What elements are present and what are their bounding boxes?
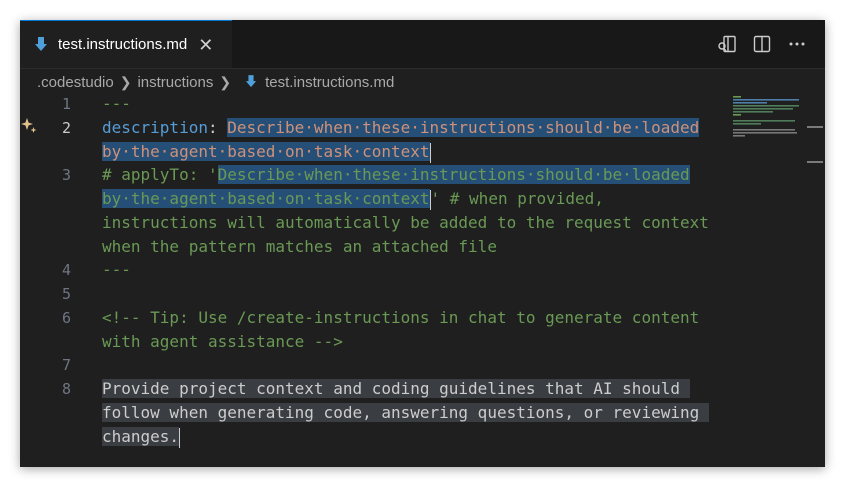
code-line-6: <!-- Tip: Use /create-instructions in ch… — [102, 308, 700, 327]
code-line-3: # applyTo: 'Describe·when·these·instruct… — [102, 163, 690, 187]
selected-text: by·the·agent·based·on·task·context — [102, 142, 430, 161]
tab-label: test.instructions.md — [58, 36, 188, 53]
code-line-6-wrap: with agent assistance --> — [102, 332, 343, 351]
selected-text: by·the·agent·based·on·task·context — [102, 189, 430, 208]
breadcrumb-file[interactable]: test.instructions.md — [265, 74, 394, 91]
line-number: 6 — [61, 309, 71, 327]
line-number: 1 — [61, 95, 71, 113]
markdown-file-icon — [245, 75, 257, 88]
comment-suffix: ' # when provided, — [430, 189, 604, 208]
selected-text: changes. — [102, 427, 180, 446]
tab-test-instructions[interactable]: test.instructions.md ✕ — [20, 20, 232, 68]
comment-prefix: # applyTo: ' — [102, 165, 218, 184]
text-cursor — [429, 142, 431, 163]
chevron-right-icon: ❯ — [219, 73, 232, 90]
code-line-8: Provide project context and coding guide… — [102, 377, 690, 401]
sparkle-icon[interactable] — [20, 117, 38, 135]
selected-text: follow when generating code, answering q… — [102, 403, 709, 422]
scrollbar-marker — [807, 161, 823, 163]
code-editor[interactable]: 1 2 3 4 5 6 7 8 --- description: Describ… — [20, 90, 825, 467]
line-number: 7 — [61, 356, 71, 374]
code-line-1: --- — [102, 94, 131, 113]
line-number: 8 — [61, 380, 71, 398]
tab-bar: test.instructions.md ✕ — [20, 20, 825, 69]
code-line-3-wrap: instructions will automatically be added… — [102, 213, 709, 232]
more-actions-icon[interactable] — [787, 34, 807, 54]
breadcrumb-folder-instructions[interactable]: instructions — [137, 74, 213, 91]
code-line-3-wrap: by·the·agent·based·on·task·context' # wh… — [102, 187, 604, 211]
selected-text: Provide project context and coding guide… — [102, 379, 690, 398]
line-number: 5 — [61, 285, 71, 303]
selected-text: Describe·when·these·instructions·should·… — [227, 118, 700, 137]
close-tab-icon[interactable]: ✕ — [198, 36, 213, 54]
minimap[interactable] — [733, 93, 805, 153]
open-preview-icon[interactable] — [717, 34, 737, 54]
breadcrumb-folder-codestudio[interactable]: .codestudio — [37, 74, 114, 91]
editor-window: test.instructions.md ✕ .codestudio ❯ ins… — [20, 20, 825, 467]
selected-text: Describe·when·these·instructions·should·… — [217, 165, 690, 184]
markdown-file-icon — [35, 36, 47, 51]
yaml-colon: : — [207, 118, 228, 137]
code-line-8-wrap: changes. — [102, 425, 181, 449]
chevron-right-icon: ❯ — [119, 73, 132, 90]
line-number: 2 — [61, 119, 71, 137]
editor-actions — [717, 34, 807, 54]
scrollbar-marker — [807, 126, 823, 128]
code-line-2-wrap: by·the·agent·based·on·task·context — [102, 140, 431, 164]
code-line-4: --- — [102, 260, 131, 279]
split-editor-icon[interactable] — [752, 34, 772, 54]
line-number: 3 — [61, 166, 71, 184]
code-line-3-wrap: when the pattern matches an attached fil… — [102, 237, 497, 256]
code-line-2: description: Describe·when·these·instruc… — [102, 116, 700, 140]
text-cursor — [179, 427, 181, 448]
yaml-key: description — [102, 118, 208, 137]
line-number: 4 — [61, 261, 71, 279]
code-line-8-wrap: follow when generating code, answering q… — [102, 401, 709, 425]
